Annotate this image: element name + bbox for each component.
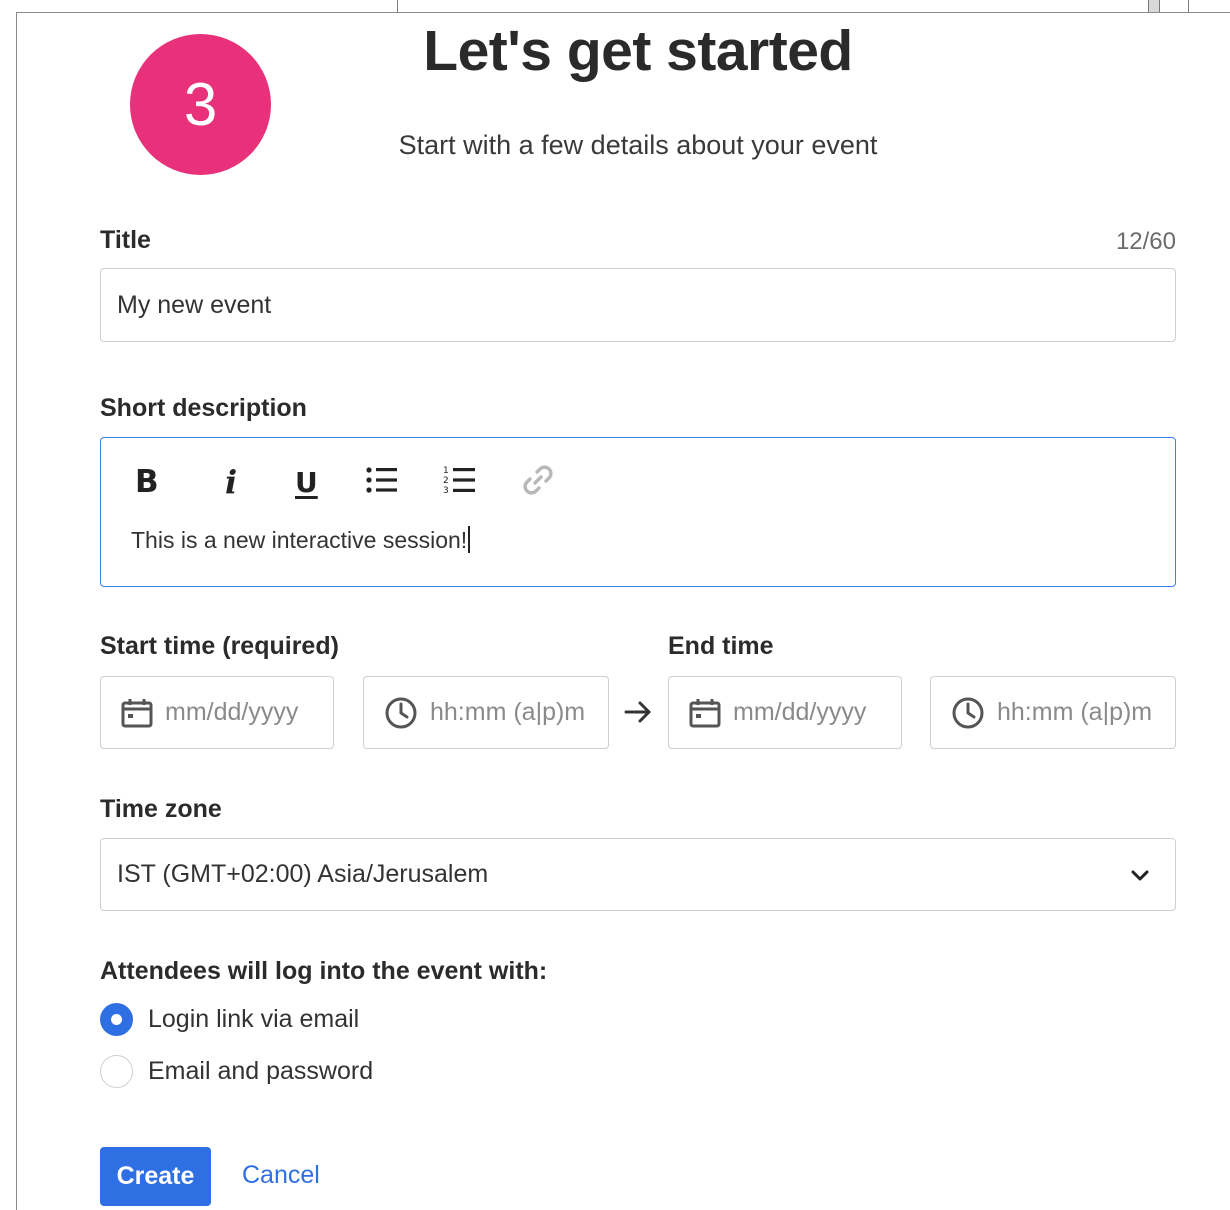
page-title: Let's get started [423, 19, 853, 83]
end-time-input[interactable]: hh:mm (a|p)m [930, 676, 1176, 749]
bullet-list-icon [365, 465, 399, 500]
timezone-select[interactable]: IST (GMT+02:00) Asia/Jerusalem [100, 838, 1176, 911]
start-date-placeholder: mm/dd/yyyy [165, 698, 299, 726]
bold-button[interactable]: B [131, 460, 209, 504]
radio-unchecked[interactable] [100, 1055, 133, 1088]
background-window-strip [0, 0, 1230, 12]
background-window-edge [397, 0, 398, 12]
start-time-placeholder: hh:mm (a|p)m [430, 698, 586, 726]
timezone-value: IST (GMT+02:00) Asia/Jerusalem [117, 860, 489, 888]
create-button[interactable]: Create [100, 1147, 211, 1206]
cancel-button[interactable]: Cancel [242, 1161, 320, 1190]
login-option-label: Email and password [148, 1057, 374, 1085]
italic-button[interactable]: i [209, 460, 287, 504]
calendar-icon [689, 698, 721, 728]
link-button[interactable] [521, 460, 599, 504]
svg-text:2: 2 [443, 476, 449, 486]
login-option-email-password[interactable]: Email and password [100, 1055, 373, 1088]
login-option-email-link[interactable]: Login link via email [100, 1003, 359, 1036]
page-subtitle: Start with a few details about your even… [398, 130, 878, 160]
login-method-label: Attendees will log into the event with: [100, 957, 548, 985]
description-text: This is a new interactive session! [131, 526, 470, 554]
editor-toolbar: B i U 1 2 3 [131, 460, 599, 504]
clock-icon [384, 696, 418, 730]
svg-text:3: 3 [443, 486, 449, 496]
text-caret [468, 526, 470, 553]
end-date-input[interactable]: mm/dd/yyyy [668, 676, 902, 749]
numbered-list-button[interactable]: 1 2 3 [443, 460, 521, 504]
start-date-input[interactable]: mm/dd/yyyy [100, 676, 334, 749]
description-label: Short description [100, 394, 307, 422]
title-label: Title [100, 226, 151, 254]
description-editor[interactable]: B i U 1 2 3 This is a new interactive se… [100, 437, 1176, 587]
bullet-list-button[interactable] [365, 460, 443, 504]
title-char-counter: 12/60 [1115, 228, 1176, 255]
timezone-label: Time zone [100, 795, 222, 823]
radio-checked[interactable] [100, 1003, 133, 1036]
end-date-placeholder: mm/dd/yyyy [733, 698, 867, 726]
svg-text:1: 1 [443, 466, 449, 476]
calendar-icon [121, 698, 153, 728]
clock-icon [951, 696, 985, 730]
arrow-right-icon [622, 696, 654, 733]
login-option-label: Login link via email [148, 1005, 360, 1033]
end-time-placeholder: hh:mm (a|p)m [997, 698, 1153, 726]
underline-button[interactable]: U [287, 460, 365, 504]
start-time-input[interactable]: hh:mm (a|p)m [363, 676, 609, 749]
background-window-edge [1188, 0, 1189, 12]
step-badge: 3 [130, 34, 271, 175]
title-input[interactable]: My new event [100, 268, 1176, 342]
numbered-list-icon: 1 2 3 [443, 464, 477, 501]
end-time-label: End time [668, 632, 774, 660]
start-time-label: Start time (required) [100, 632, 339, 660]
chevron-down-icon [1131, 860, 1149, 889]
title-input-value: My new event [117, 290, 272, 319]
link-icon [521, 463, 555, 502]
background-scrollbar [1148, 0, 1160, 12]
